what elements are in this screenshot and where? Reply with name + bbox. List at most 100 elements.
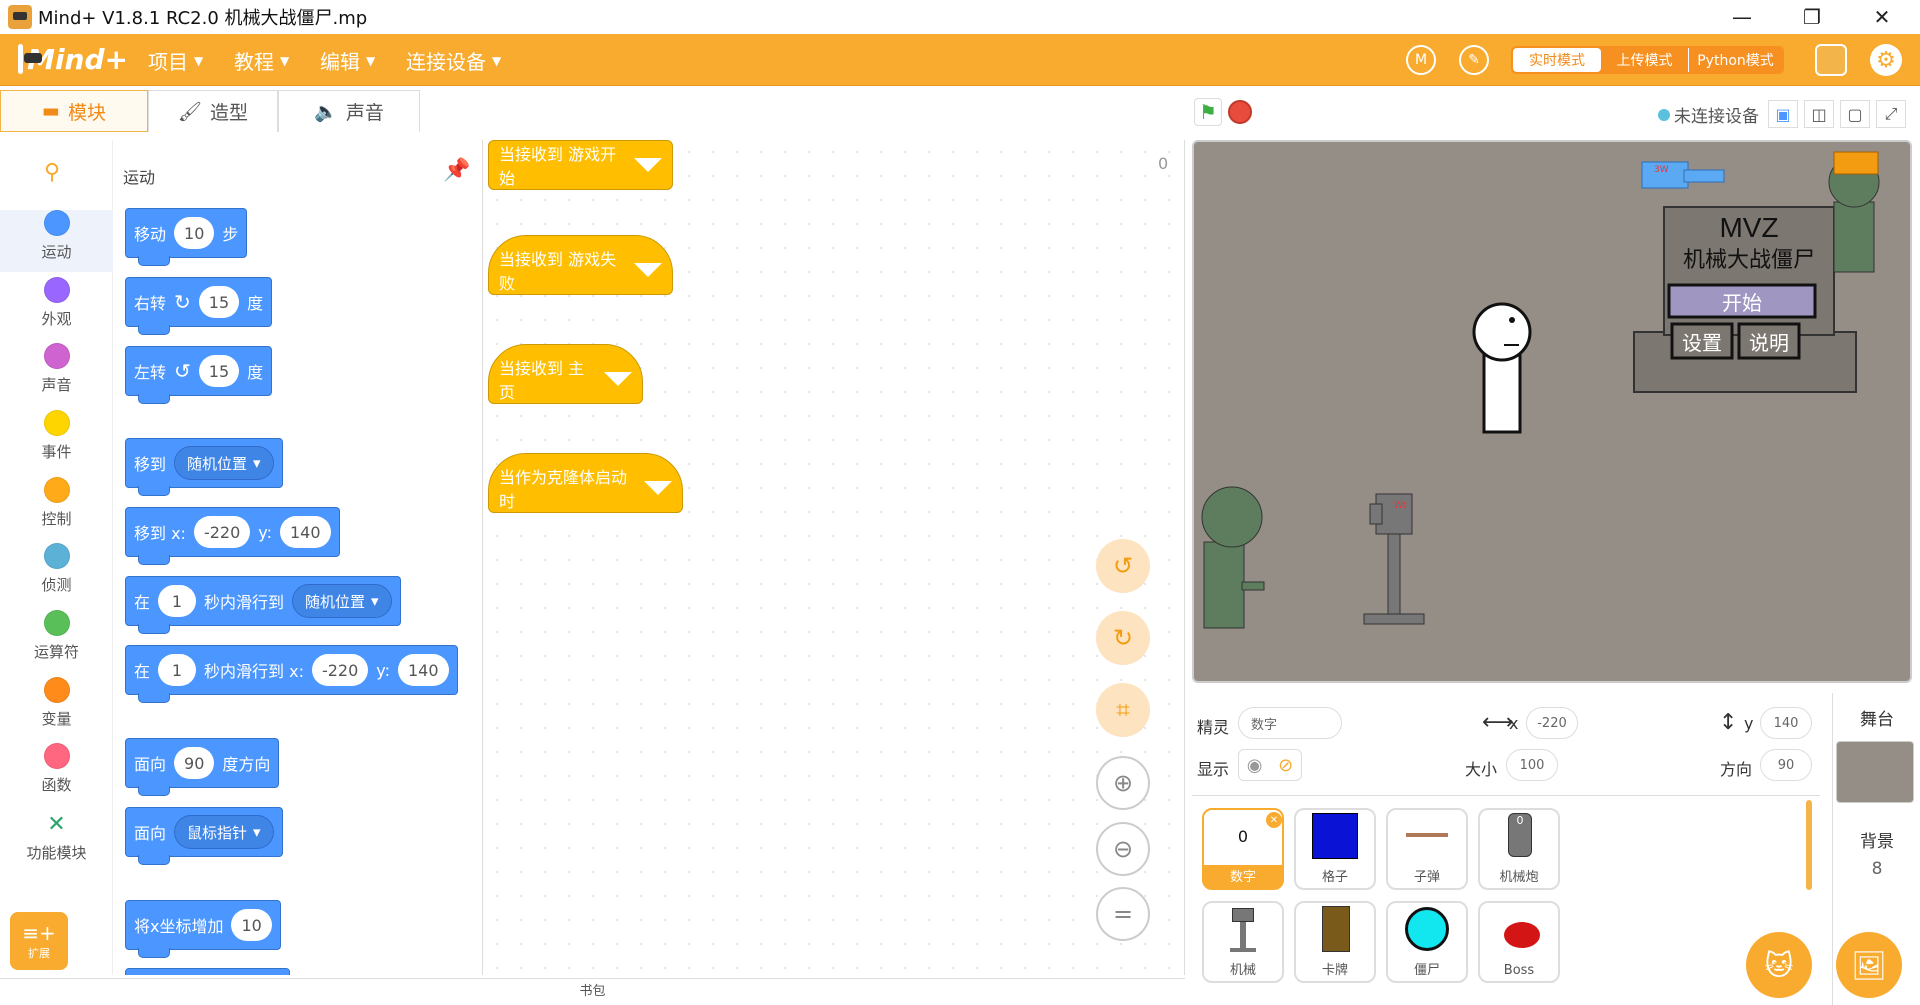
category-functions[interactable]: 函数 <box>0 743 113 805</box>
seconds-input[interactable]: 1 <box>158 654 197 686</box>
stop-icon[interactable] <box>1228 100 1252 124</box>
sprite-card-bullet[interactable]: 子弹 <box>1386 808 1468 890</box>
block-glide-xy[interactable]: 在 1 秒内滑行到 x: -220 y: 140 <box>125 645 458 703</box>
direction-input[interactable]: 90 <box>1760 749 1812 781</box>
category-events[interactable]: 事件 <box>0 410 113 472</box>
hat-receive-home[interactable]: 当接收到 主页 <box>488 344 643 404</box>
large-stage-icon[interactable]: ▢ <box>1840 100 1870 128</box>
python-mode-button[interactable]: Python模式 <box>1689 48 1782 72</box>
connection-status: 未连接设备 <box>1658 102 1759 127</box>
upload-mode-button[interactable]: 上传模式 <box>1601 48 1689 72</box>
degrees-input[interactable]: 15 <box>198 355 240 387</box>
hat-receive-game-over[interactable]: 当接收到 游戏失败 <box>488 235 673 295</box>
sprite-card-mech-cannon[interactable]: 0 机械炮 <box>1478 808 1560 890</box>
extension-button[interactable]: ≡+ 扩展 <box>10 912 68 970</box>
category-motion[interactable]: 运动 <box>0 210 113 272</box>
mind-plus-community-icon[interactable]: M <box>1406 45 1436 75</box>
tab-blocks[interactable]: ▬ 模块 <box>0 90 148 132</box>
category-control[interactable]: 控制 <box>0 477 113 539</box>
undo-icon[interactable]: ↺ <box>1096 539 1150 593</box>
sprite-list-scrollbar[interactable] <box>1806 800 1812 890</box>
small-stage-icon[interactable]: ▣ <box>1768 100 1798 128</box>
delete-sprite-icon[interactable]: ✕ <box>1266 812 1282 828</box>
category-sensing[interactable]: 侦测 <box>0 543 113 605</box>
sprite-card-boss[interactable]: Boss <box>1478 901 1560 983</box>
maximize-button[interactable]: ❐ <box>1782 0 1842 34</box>
steps-input[interactable]: 10 <box>174 217 215 249</box>
fullscreen-icon[interactable]: ⤢ <box>1876 100 1906 128</box>
tab-sounds[interactable]: 🔈 声音 <box>278 90 420 132</box>
size-input[interactable]: 100 <box>1506 749 1558 781</box>
stage-canvas[interactable]: MVZ 机械大战僵尸 开始 设置 说明 3W Wt <box>1192 140 1912 683</box>
category-looks[interactable]: 外观 <box>0 277 113 339</box>
category-operators[interactable]: 运算符 <box>0 610 113 672</box>
close-button[interactable]: ✕ <box>1852 0 1912 34</box>
backpack-bar[interactable]: 书包 <box>0 978 1185 1005</box>
code-workspace[interactable]: 0 当接收到 游戏开始 当接收到 游戏失败 当接收到 主页 当作为克隆体启动时 <box>485 140 1185 975</box>
normal-stage-icon[interactable]: ◫ <box>1804 100 1834 128</box>
dropdown-triangle-icon[interactable] <box>634 263 662 277</box>
menu-tutorial[interactable]: 教程 ▼ <box>234 46 289 75</box>
zoom-out-icon[interactable]: ⊖ <box>1096 822 1150 876</box>
point-target-dropdown[interactable]: 鼠标指针 ▾ <box>174 815 274 849</box>
x-input[interactable]: -220 <box>193 516 251 548</box>
menu-connect-device[interactable]: 连接设备 ▼ <box>406 46 501 75</box>
stage-thumbnail[interactable] <box>1836 741 1914 803</box>
block-turn-right[interactable]: 右转 ↻ 15 度 <box>125 277 273 335</box>
minimize-button[interactable]: — <box>1712 0 1772 34</box>
glide-target-dropdown[interactable]: 随机位置 ▾ <box>292 584 392 618</box>
sprite-name: 机械炮 <box>1499 870 1539 885</box>
eye-hidden-icon[interactable]: ⊘ <box>1278 755 1293 776</box>
block-turn-left[interactable]: 左转 ↺ 15 度 <box>125 346 273 404</box>
x-position-input[interactable]: -220 <box>1526 707 1578 739</box>
dropdown-triangle-icon[interactable] <box>604 372 632 386</box>
tab-costumes[interactable]: 🖌 造型 <box>148 90 278 132</box>
category-variables[interactable]: 变量 <box>0 677 113 739</box>
eye-icon[interactable]: ◉ <box>1247 755 1263 776</box>
add-sprite-cat-icon[interactable]: 🐱 <box>1746 932 1812 998</box>
feedback-edit-icon[interactable]: ✎ <box>1459 45 1489 75</box>
block-point-direction[interactable]: 面向 90 度方向 <box>125 738 280 796</box>
zoom-in-icon[interactable]: ⊕ <box>1096 756 1150 810</box>
change-x-input[interactable]: 10 <box>231 909 272 941</box>
direction-input[interactable]: 90 <box>174 747 215 779</box>
redo-icon[interactable]: ↻ <box>1096 611 1150 665</box>
search-icon[interactable]: ⚲ <box>44 160 60 185</box>
sprite-name-input[interactable]: 数字 <box>1238 707 1342 739</box>
y-position-input[interactable]: 140 <box>1760 707 1812 739</box>
category-function-modules[interactable]: ✕ 功能模块 <box>0 812 113 874</box>
add-backdrop-icon[interactable]: 🖼 <box>1836 932 1902 998</box>
pin-icon[interactable]: 📌 <box>443 158 470 183</box>
block-goto-xy[interactable]: 移到 x: -220 y: 140 <box>125 507 340 565</box>
settings-gear-icon[interactable]: ⚙ <box>1870 44 1902 76</box>
y-input[interactable]: 140 <box>279 516 331 548</box>
seconds-input[interactable]: 1 <box>158 585 197 617</box>
y-input[interactable]: 140 <box>397 654 449 686</box>
block-partial[interactable] <box>125 968 290 975</box>
crop-cleanup-icon[interactable]: ⌗ <box>1096 683 1150 737</box>
degrees-input[interactable]: 15 <box>198 286 240 318</box>
sprite-card-card[interactable]: 卡牌 <box>1294 901 1376 983</box>
menu-edit[interactable]: 编辑 ▼ <box>320 46 375 75</box>
dropdown-triangle-icon[interactable] <box>634 158 662 172</box>
live-mode-button[interactable]: 实时模式 <box>1513 48 1601 72</box>
x-input[interactable]: -220 <box>311 654 369 686</box>
block-change-x[interactable]: 将x坐标增加 10 <box>125 900 281 958</box>
zoom-reset-icon[interactable]: = <box>1096 887 1150 941</box>
block-glide-to[interactable]: 在 1 秒内滑行到 随机位置 ▾ <box>125 576 401 634</box>
sprite-card-machine[interactable]: 机械 <box>1202 901 1284 983</box>
sprite-card-digit[interactable]: 0 数字 ✕ <box>1202 808 1284 890</box>
hat-receive-game-start[interactable]: 当接收到 游戏开始 <box>488 140 673 190</box>
block-move-steps[interactable]: 移动 10 步 <box>125 208 248 266</box>
menu-project[interactable]: 项目 ▼ <box>148 46 203 75</box>
category-sound[interactable]: 声音 <box>0 343 113 405</box>
user-avatar[interactable] <box>1815 44 1847 76</box>
sprite-card-zombie[interactable]: 僵尸 <box>1386 901 1468 983</box>
block-goto[interactable]: 移到 随机位置 ▾ <box>125 438 283 496</box>
green-flag-icon[interactable]: ⚑ <box>1194 98 1222 126</box>
block-point-towards[interactable]: 面向 鼠标指针 ▾ <box>125 807 283 865</box>
sprite-card-grid[interactable]: 格子 <box>1294 808 1376 890</box>
goto-target-dropdown[interactable]: 随机位置 ▾ <box>174 446 274 480</box>
hat-when-clone-starts[interactable]: 当作为克隆体启动时 <box>488 453 683 513</box>
dropdown-triangle-icon[interactable] <box>644 481 672 495</box>
